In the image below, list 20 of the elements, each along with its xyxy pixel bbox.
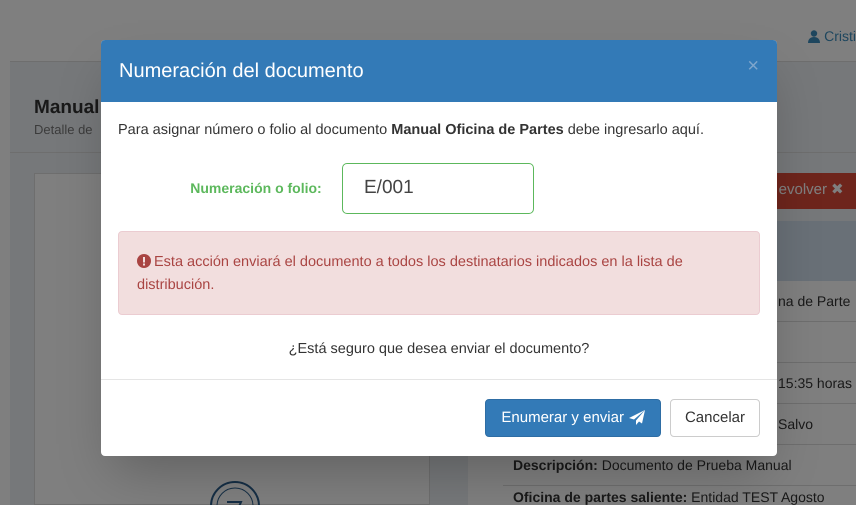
confirmation-question: ¿Está seguro que desea enviar el documento?	[288, 340, 590, 359]
detail-text: Salvo	[778, 416, 814, 432]
alert-message: Esta acción enviará el documento a todos los destinatarios indicados en la lista de distribución.	[137, 252, 684, 295]
folio-field[interactable]: E/001	[342, 162, 534, 214]
page-subtitle: Detalle de	[34, 121, 93, 139]
page-title: Manual	[34, 96, 100, 120]
detail-text: Descripción: Documento de Prueba Manual	[513, 456, 792, 472]
modal-title: Numeración del documento	[119, 59, 364, 84]
close-icon: ✖	[831, 179, 844, 202]
detail-text: na de Parte	[778, 292, 850, 308]
paper-plane-icon	[628, 410, 645, 426]
user-name[interactable]: Cristi	[824, 26, 856, 47]
exclamation-icon	[137, 254, 151, 268]
detail-text: 15:35 horas	[778, 374, 852, 390]
cancel-button[interactable]: Cancelar	[670, 398, 760, 437]
detail-text: Oficina de partes saliente: Entidad TEST Agosto	[513, 488, 825, 504]
field-label: Numeración o folio:	[189, 178, 323, 198]
modal-message: Para asignar número o folio al documento Manual Oficina de Partes debe ingresarlo aquí.	[118, 121, 705, 140]
user-icon	[808, 30, 820, 43]
send-button[interactable]: Enumerar y enviar	[485, 398, 661, 437]
